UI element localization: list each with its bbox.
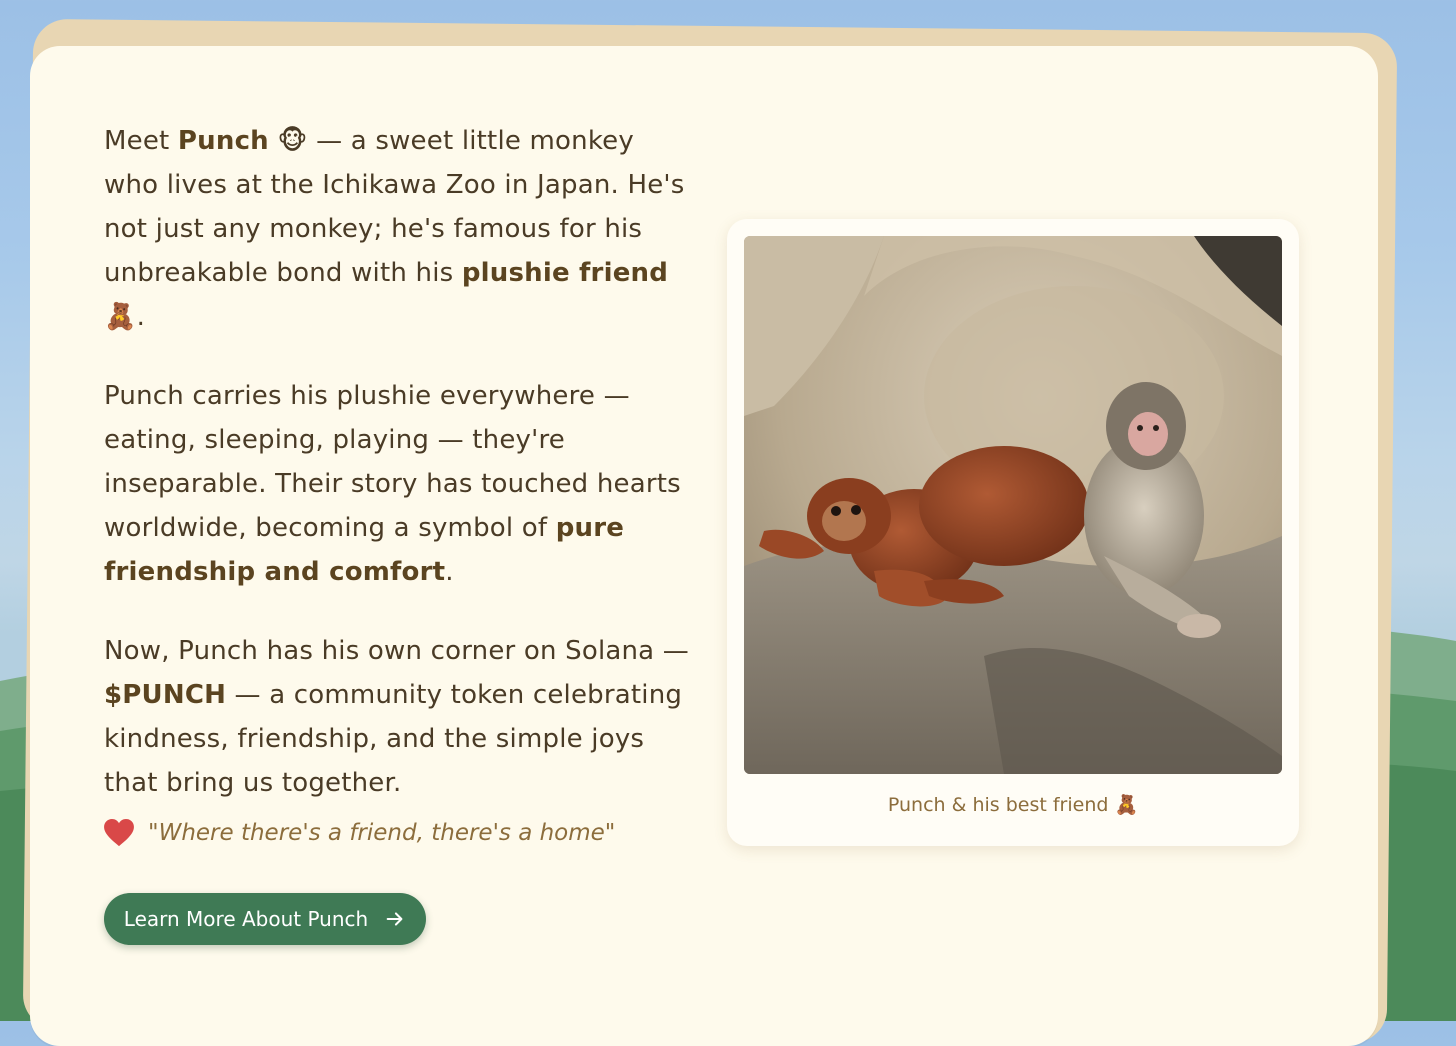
photo-card: Punch & his best friend 🧸 bbox=[727, 219, 1299, 846]
story-paragraph: Punch carries his plushie everywhere — e… bbox=[104, 381, 681, 587]
monkey-emoji-icon: 🐵 bbox=[277, 126, 308, 156]
plushie-friend-highlight: plushie friend bbox=[461, 258, 669, 288]
token-ticker: $PUNCH bbox=[104, 680, 227, 710]
heart-icon bbox=[104, 819, 134, 847]
story-text: Meet Punch 🐵 — a sweet little monkey who… bbox=[104, 119, 694, 840]
learn-more-button[interactable]: Learn More About Punch bbox=[104, 893, 426, 945]
friendship-quote: "Where there's a friend, there's a home" bbox=[148, 820, 616, 846]
about-card: Meet Punch 🐵 — a sweet little monkey who… bbox=[30, 46, 1378, 1046]
intro-paragraph: Meet Punch 🐵 — a sweet little monkey who… bbox=[104, 126, 685, 332]
arrow-right-icon bbox=[386, 912, 403, 926]
photo-caption: Punch & his best friend 🧸 bbox=[887, 794, 1139, 816]
token-paragraph: Now, Punch has his own corner on Solana … bbox=[104, 636, 689, 798]
learn-more-label: Learn More About Punch bbox=[123, 907, 369, 931]
quote-row: "Where there's a friend, there's a home" bbox=[104, 819, 615, 847]
punch-name: Punch bbox=[177, 126, 269, 156]
punch-with-plushie-photo bbox=[744, 236, 1282, 774]
teddy-bear-emoji-icon: 🧸 bbox=[104, 302, 137, 332]
